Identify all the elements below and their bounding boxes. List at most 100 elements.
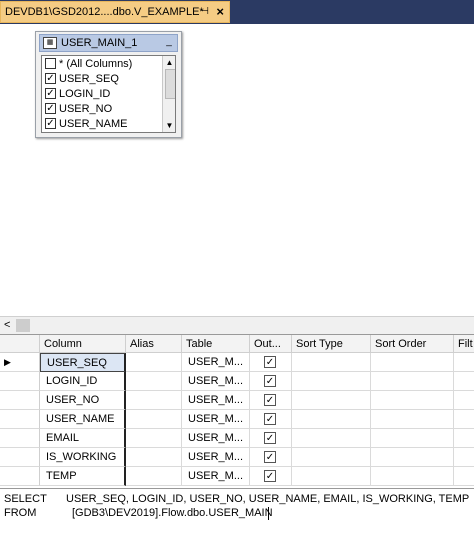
row-selector[interactable]: ▶ (0, 353, 40, 372)
pin-icon[interactable]: ⊣ (200, 6, 209, 17)
scroll-left-icon[interactable]: < (4, 319, 10, 331)
output-checkbox[interactable]: ✓ (264, 356, 276, 368)
column-checkbox[interactable]: ✓ (45, 73, 56, 84)
grid-cell-sort-type[interactable] (292, 429, 371, 448)
column-label: LOGIN_ID (59, 87, 111, 100)
grid-cell-sort-order[interactable] (371, 353, 454, 372)
table-column-list[interactable]: * (All Columns) ✓ USER_SEQ ✓ LOGIN_ID ✓ USER_N… (41, 55, 176, 133)
row-selector[interactable] (0, 410, 40, 429)
text-cursor (268, 507, 269, 520)
column-label: USER_NAME (59, 117, 128, 130)
grid-cell-sort-type[interactable] (292, 410, 371, 429)
column-checkbox[interactable]: ✓ (45, 88, 56, 99)
column-checkbox[interactable] (45, 58, 56, 69)
grid-cell-table[interactable]: USER_M... (182, 410, 250, 429)
row-selector[interactable] (0, 391, 40, 410)
grid-column-header[interactable]: Column (40, 335, 126, 353)
grid-cell-column[interactable]: USER_NO (40, 391, 126, 410)
row-selector[interactable] (0, 429, 40, 448)
output-checkbox[interactable]: ✓ (264, 432, 276, 444)
grid-cell-column[interactable]: EMAIL (40, 429, 126, 448)
column-label: USER_NO (59, 102, 113, 115)
sql-pane[interactable]: SELECT USER_SEQ, LOGIN_ID, USER_NO, USER… (0, 488, 474, 538)
criteria-grid[interactable]: Column Alias Table Out... Sort Type Sort Orde… (0, 334, 474, 488)
column-label: * (All Columns) (59, 57, 133, 70)
table-column-item[interactable]: ✓ USER_NO (42, 101, 175, 116)
scroll-thumb[interactable] (165, 69, 175, 99)
grid-cell-table[interactable]: USER_M... (182, 372, 250, 391)
grid-cell-filter[interactable] (454, 410, 474, 429)
table-column-item[interactable]: ✓ USER_NAME (42, 116, 175, 131)
grid-cell-output: ✓ (250, 410, 292, 429)
grid-cell-filter[interactable] (454, 448, 474, 467)
grid-column-header[interactable]: Alias (126, 335, 182, 353)
grid-cell-table[interactable]: USER_M... (182, 467, 250, 486)
grid-cell-alias[interactable] (126, 372, 182, 391)
horizontal-scroll-thumb[interactable] (16, 319, 30, 332)
minimize-icon[interactable]: _ (163, 37, 175, 49)
grid-column-header[interactable]: Sort Type (292, 335, 371, 353)
document-tab[interactable]: DEVDB1\GSD2012....dbo.V_EXAMPLE* ⊣ × (0, 1, 230, 23)
grid-cell-output: ✓ (250, 391, 292, 410)
column-list-scrollbar[interactable]: ▲ ▼ (162, 56, 175, 132)
grid-cell-alias[interactable] (126, 410, 182, 429)
table-column-item[interactable]: ✓ LOGIN_ID (42, 86, 175, 101)
grid-cell-table[interactable]: USER_M... (182, 353, 250, 372)
grid-cell-sort-order[interactable] (371, 467, 454, 486)
grid-cell-alias[interactable] (126, 448, 182, 467)
grid-cell-column[interactable]: USER_SEQ (40, 353, 126, 372)
grid-cell-sort-type[interactable] (292, 391, 371, 410)
grid-column-header[interactable]: Filt (454, 335, 474, 353)
close-icon[interactable]: × (216, 4, 224, 19)
grid-cell-alias[interactable] (126, 391, 182, 410)
grid-cell-alias[interactable] (126, 353, 182, 372)
output-checkbox[interactable]: ✓ (264, 451, 276, 463)
column-checkbox[interactable]: ✓ (45, 103, 56, 114)
grid-cell-column[interactable]: IS_WORKING (40, 448, 126, 467)
sql-from-keyword: FROM (4, 507, 37, 519)
grid-cell-filter[interactable] (454, 372, 474, 391)
scroll-up-icon[interactable]: ▲ (164, 57, 175, 68)
scroll-down-icon[interactable]: ▼ (164, 120, 175, 131)
grid-cell-column[interactable]: TEMP (40, 467, 126, 486)
output-checkbox[interactable]: ✓ (264, 375, 276, 387)
table-column-item[interactable]: ✓ USER_SEQ (42, 71, 175, 86)
grid-column-header[interactable]: Out... (250, 335, 292, 353)
grid-cell-sort-type[interactable] (292, 467, 371, 486)
output-checkbox[interactable]: ✓ (264, 394, 276, 406)
grid-cell-sort-type[interactable] (292, 353, 371, 372)
output-checkbox[interactable]: ✓ (264, 470, 276, 482)
grid-cell-sort-order[interactable] (371, 391, 454, 410)
diagram-horizontal-scrollbar[interactable]: < (0, 316, 474, 334)
tab-title: DEVDB1\GSD2012....dbo.V_EXAMPLE* (5, 6, 204, 18)
grid-cell-filter[interactable] (454, 391, 474, 410)
sql-select-list: USER_SEQ, LOGIN_ID, USER_NO, USER_NAME, … (66, 493, 470, 505)
grid-cell-sort-order[interactable] (371, 448, 454, 467)
grid-cell-sort-type[interactable] (292, 448, 371, 467)
grid-cell-filter[interactable] (454, 353, 474, 372)
grid-cell-table[interactable]: USER_M... (182, 448, 250, 467)
grid-cell-sort-order[interactable] (371, 429, 454, 448)
grid-cell-table[interactable]: USER_M... (182, 391, 250, 410)
row-selector[interactable] (0, 467, 40, 486)
row-selector[interactable] (0, 372, 40, 391)
grid-cell-filter[interactable] (454, 429, 474, 448)
grid-cell-sort-type[interactable] (292, 372, 371, 391)
column-checkbox[interactable]: ✓ (45, 118, 56, 129)
grid-cell-sort-order[interactable] (371, 372, 454, 391)
grid-cell-table[interactable]: USER_M... (182, 429, 250, 448)
row-selector[interactable] (0, 448, 40, 467)
table-box-user-main[interactable]: ▦ USER_MAIN_1 _ * (All Columns) ✓ USER_SEQ… (35, 31, 182, 138)
grid-cell-output: ✓ (250, 467, 292, 486)
grid-column-header[interactable]: Table (182, 335, 250, 353)
grid-cell-alias[interactable] (126, 429, 182, 448)
grid-cell-sort-order[interactable] (371, 410, 454, 429)
table-box-title-bar[interactable]: ▦ USER_MAIN_1 _ (39, 34, 178, 52)
grid-cell-alias[interactable] (126, 467, 182, 486)
output-checkbox[interactable]: ✓ (264, 413, 276, 425)
grid-column-header[interactable]: Sort Order (371, 335, 454, 353)
table-column-item[interactable]: * (All Columns) (42, 56, 175, 71)
grid-cell-column[interactable]: LOGIN_ID (40, 372, 126, 391)
grid-cell-column[interactable]: USER_NAME (40, 410, 126, 429)
grid-cell-filter[interactable] (454, 467, 474, 486)
